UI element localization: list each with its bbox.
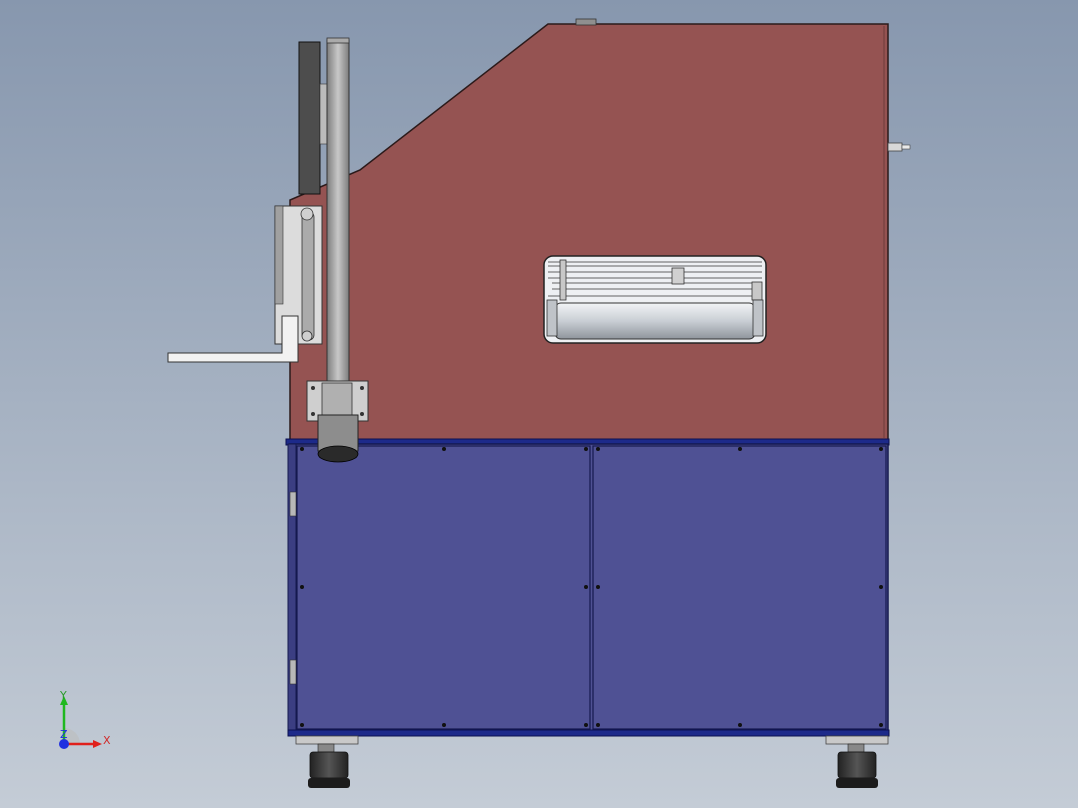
top-cap [575,18,597,26]
y-axis-label: Y [59,689,67,702]
column-pole [326,39,350,393]
orientation-triad: Y X Z [59,689,111,749]
display-panel [298,41,321,195]
motor-cap [317,445,359,463]
upper-housing-panel [289,23,889,441]
cad-viewport[interactable] [0,0,1078,808]
door-hinge [289,491,297,517]
operator-column [167,37,369,463]
leveling-foot-right [825,735,889,788]
leveling-foot-left [295,735,359,788]
lower-cabinet [285,438,890,737]
inspection-window [543,255,767,344]
z-axis-label: Z [60,728,68,741]
upper-housing [289,18,911,441]
x-axis-label: X [103,734,111,747]
door-hinge [289,659,297,685]
cabinet-body [289,443,889,733]
side-fitting [887,142,911,152]
roller [554,302,756,340]
